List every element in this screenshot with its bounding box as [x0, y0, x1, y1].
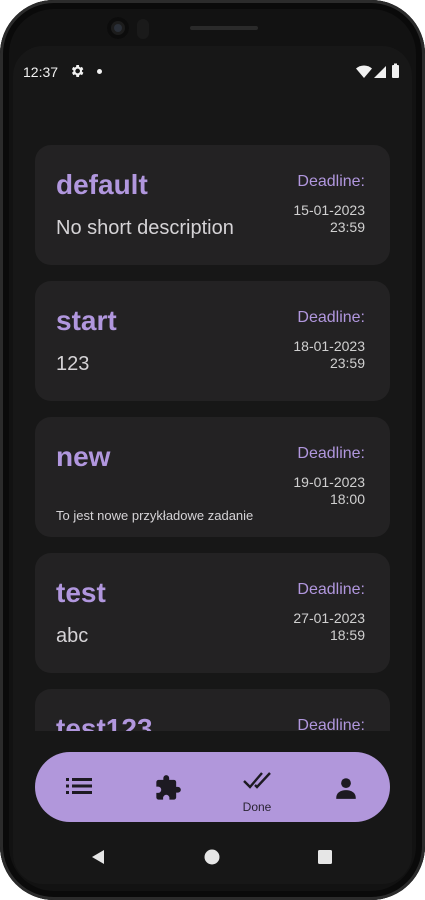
deadline-date: 18-01-2023 [293, 338, 365, 354]
deadline-date: 27-01-2023 [293, 610, 365, 626]
deadline-label: Deadline: [297, 445, 365, 462]
nav-extensions[interactable] [124, 752, 212, 822]
sensor [137, 19, 149, 39]
battery-icon [392, 65, 399, 78]
screen: 12:37 default No short description Deadl… [13, 46, 412, 884]
front-camera [107, 17, 129, 39]
task-description: 123 [56, 353, 90, 375]
deadline-value: 15-01-2023 23:59 [293, 202, 365, 236]
wifi-icon [356, 65, 372, 78]
task-title: start [56, 305, 117, 336]
recents-icon[interactable] [318, 850, 332, 864]
task-title: test123 [56, 713, 153, 731]
task-card[interactable]: test123 Deadline: [35, 689, 390, 731]
deadline-label: Deadline: [297, 717, 365, 731]
deadline-label: Deadline: [297, 309, 365, 326]
bottom-navigation: Done [35, 752, 390, 822]
back-icon[interactable] [90, 849, 106, 865]
deadline-date: 19-01-2023 [293, 474, 365, 490]
task-card[interactable]: new To jest nowe przykładowe zadanie Dea… [35, 417, 390, 537]
nav-tasks[interactable] [35, 752, 123, 822]
deadline-value: 18-01-2023 23:59 [293, 338, 365, 372]
system-navigation-bar [13, 834, 412, 884]
deadline-value: 19-01-2023 18:00 [293, 474, 365, 508]
deadline-time: 23:59 [329, 355, 365, 371]
deadline-time: 18:59 [329, 627, 365, 643]
task-description: To jest nowe przykładowe zadanie [56, 508, 254, 523]
earpiece-speaker [190, 26, 258, 30]
gear-icon [71, 65, 84, 77]
notification-dot [97, 69, 102, 74]
task-card[interactable]: default No short description Deadline: 1… [35, 145, 390, 265]
task-title: test [56, 577, 106, 608]
status-bar: 12:37 [13, 46, 412, 98]
deadline-date: 15-01-2023 [293, 202, 365, 218]
task-card[interactable]: start 123 Deadline: 18-01-2023 23:59 [35, 281, 390, 401]
task-list[interactable]: default No short description Deadline: 1… [35, 145, 390, 731]
task-title: new [56, 441, 111, 472]
status-time: 12:37 [23, 64, 59, 80]
phone-frame: 12:37 default No short description Deadl… [0, 0, 425, 900]
home-icon[interactable] [204, 849, 220, 865]
nav-done[interactable]: Done [213, 752, 301, 822]
deadline-time: 18:00 [329, 491, 365, 507]
list-icon [66, 778, 92, 794]
deadline-value: 27-01-2023 18:59 [293, 610, 365, 644]
task-description: No short description [56, 217, 234, 239]
task-title: default [56, 169, 148, 200]
task-description: abc [56, 625, 89, 647]
deadline-time: 23:59 [329, 219, 365, 235]
deadline-label: Deadline: [297, 173, 365, 190]
puzzle-icon [156, 775, 181, 800]
system-icons [356, 63, 399, 78]
signal-icon [374, 66, 386, 78]
nav-done-label: Done [242, 800, 272, 814]
task-card[interactable]: test abc Deadline: 27-01-2023 18:59 [35, 553, 390, 673]
deadline-label: Deadline: [297, 581, 365, 598]
done-all-icon [243, 772, 271, 789]
person-icon [336, 778, 356, 799]
nav-profile[interactable] [302, 752, 390, 822]
